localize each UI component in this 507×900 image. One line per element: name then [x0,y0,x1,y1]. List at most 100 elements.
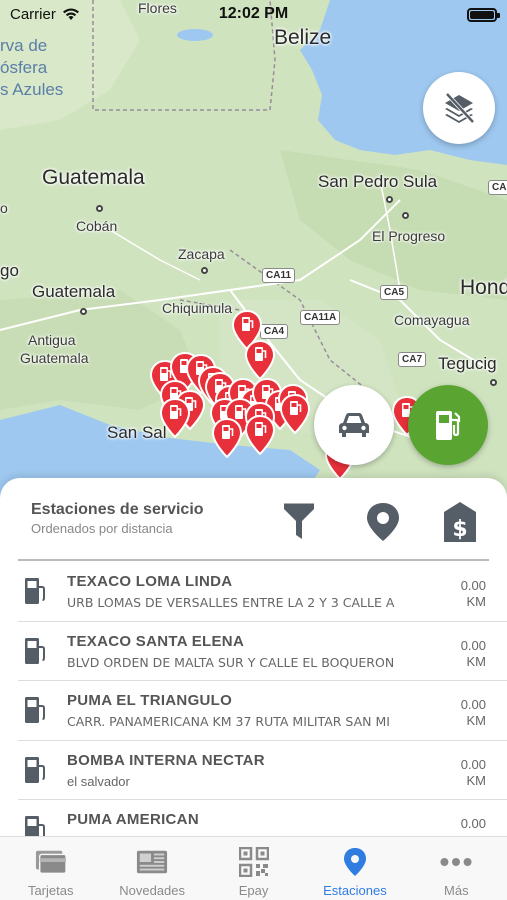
map-label-go: go [0,261,19,280]
map-label-zacapa: Zacapa [178,246,225,262]
distance-unit: KM [466,653,487,669]
sheet-title: Estaciones de servicio [31,501,204,518]
location-button[interactable] [361,500,405,544]
station-address: URB LOMAS DE VERSALLES ENTRE LA 2 Y 3 CA… [67,595,395,610]
city-dot [490,379,497,386]
car-icon [339,413,369,437]
location-pin-icon [367,503,399,541]
city-dot [386,196,393,203]
map-label-el-progreso: El Progreso [372,228,446,244]
station-distance: 0.00 KM [461,697,486,729]
location-pin-icon [339,846,371,878]
road-shield-ca7: CA7 [398,352,427,367]
station-distance: 0.00 [461,816,486,832]
sheet-header: Estaciones de servicio Ordenados por dis… [0,478,507,560]
map-label-antigua-guatemala: Guatemala [20,350,89,366]
station-row[interactable]: PUMA EL TRIANGULO CARR. PANAMERICANA KM … [18,681,507,741]
tab-label: Tarjetas [27,883,74,898]
station-map-pin[interactable] [280,394,310,434]
map-layers-button[interactable] [423,72,495,144]
station-map-pin[interactable] [160,398,190,438]
map-label-san-salvador: San Sal [107,423,167,442]
battery-icon [467,8,500,22]
station-name: TEXACO LOMA LINDA [67,573,233,590]
station-name: TEXACO SANTA ELENA [67,632,245,650]
distance-unit: KM [466,594,487,609]
station-address: el salvador [67,773,130,789]
map-label-tegucigalpa: Tegucig [438,354,497,373]
station-row[interactable]: BOMBA INTERNA NECTAR el salvador 0.00 KM [18,741,507,800]
map-label-san-pedro-sula: San Pedro Sula [318,172,438,191]
station-distance: 0.00 KM [461,578,486,610]
station-map-pin[interactable] [245,415,275,455]
road-shield-ca11: CA11 [262,268,296,283]
station-map-pin[interactable] [212,418,242,458]
map-label-reserva-3: s Azules [0,80,64,99]
qr-code-icon [238,846,270,878]
station-list[interactable]: TEXACO LOMA LINDA URB LOMAS DE VERSALLES… [0,562,507,836]
news-icon [136,846,168,878]
road-shield-ca13: CA13 [488,180,507,195]
tab-bar: Tarjetas Novedades Epay Estaciones Más [0,836,507,900]
city-dot [80,308,87,315]
map-label-reserva-1: rva de [0,36,48,55]
tab-epay[interactable]: Epay [203,837,304,900]
map-label-coban: Cobán [76,218,118,234]
fuel-pump-icon [25,697,45,723]
svg-text:$: $ [452,517,467,542]
tab-label: Más [444,883,469,898]
tab-label: Estaciones [323,883,387,898]
distance-value: 0.00 [460,578,486,593]
tab-label: Epay [238,883,269,898]
map-label-guatemala-country: Guatemala [42,166,145,189]
price-tag-icon: $ [444,502,476,542]
tab-novedades[interactable]: Novedades [101,837,202,900]
station-name: PUMA EL TRIANGULO [67,692,233,709]
stations-sheet[interactable]: Estaciones de servicio Ordenados por dis… [0,478,507,836]
city-dot [402,212,409,219]
distance-unit: KM [466,713,487,728]
station-distance: 0.00 KM [461,638,486,670]
distance-value: 0.00 [460,816,486,831]
map-label-antigua: Antigua [28,332,76,348]
map-view[interactable]: Flores Belize rva de ósfera s Azules Gua… [0,0,507,500]
fuel-mode-button[interactable] [408,385,488,465]
cards-icon [35,846,67,878]
map-label-guatemala-city: Guatemala [32,282,116,301]
station-row[interactable]: TEXACO LOMA LINDA URB LOMAS DE VERSALLES… [18,562,507,622]
map-label-o: o [0,200,8,216]
fuel-pump-icon [25,637,45,664]
tab-estaciones[interactable]: Estaciones [304,837,405,900]
map-label-chiquimula: Chiquimula [162,300,233,316]
station-row[interactable]: PUMA AMERICAN 0.00 [18,800,507,836]
status-bar: Carrier 12:02 PM [0,0,507,30]
road-shield-ca5: CA5 [380,285,409,300]
more-icon [440,846,472,878]
status-time: 12:02 PM [218,5,289,22]
map-label-comayagua: Comayagua [394,312,470,328]
city-dot [201,267,208,274]
sheet-subtitle: Ordenados por distancia [31,521,173,536]
station-row[interactable]: TEXACO SANTA ELENA BLVD ORDEN DE MALTA S… [18,622,507,681]
price-button[interactable]: $ [438,500,482,544]
fuel-pump-icon [25,816,45,836]
filter-button[interactable] [277,500,321,544]
car-mode-button[interactable] [314,385,394,465]
road-shield-ca11a: CA11A [300,310,341,325]
station-address: CARR. PANAMERICANA KM 37 RUTA MILITAR SA… [67,714,390,729]
map-label-reserva-2: ósfera [0,58,48,77]
station-distance: 0.00 KM [461,757,486,789]
station-map-pin[interactable] [245,340,275,380]
sheet-divider [18,559,489,561]
fuel-pump-icon [25,756,45,783]
distance-value: 0.00 [460,637,486,653]
fuel-pump-icon [436,411,461,440]
road-shield-ca4: CA4 [260,324,289,339]
fuel-pump-icon [25,578,45,604]
tab-tarjetas[interactable]: Tarjetas [0,837,101,900]
tab-mas[interactable]: Más [406,837,507,900]
distance-unit: KM [466,772,487,788]
tab-label: Novedades [119,883,185,898]
station-name: BOMBA INTERNA NECTAR [67,751,265,769]
station-name: PUMA AMERICAN [67,811,199,828]
